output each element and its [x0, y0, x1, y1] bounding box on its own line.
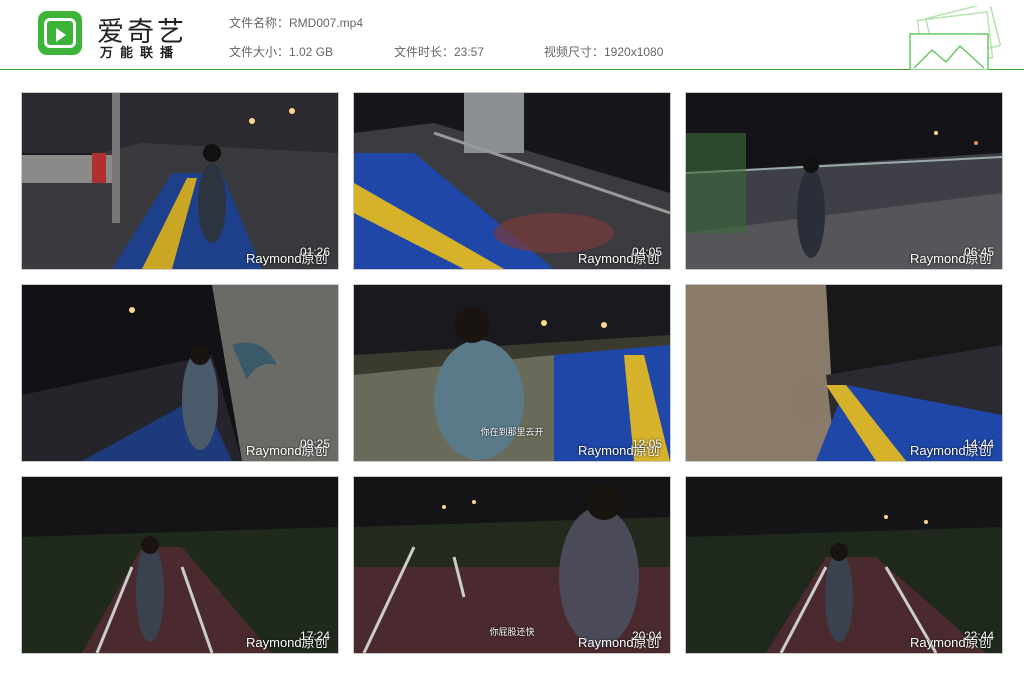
- thumbnail-scene: [354, 93, 670, 269]
- timestamp: 01:26: [299, 245, 330, 259]
- thumbnail-scene: [22, 93, 338, 269]
- iqiyi-logo-icon: [38, 11, 82, 55]
- thumbnail-scene: [22, 477, 338, 653]
- video-thumbnail[interactable]: Raymond原创 14:44: [685, 284, 1003, 462]
- video-resolution: 视频尺寸：1920x1080: [544, 45, 664, 59]
- video-thumbnail[interactable]: Raymond原创 22:44: [685, 476, 1003, 654]
- timestamp: 22:44: [963, 629, 994, 643]
- timestamp: 12:05: [631, 437, 662, 451]
- timestamp: 20:04: [631, 629, 662, 643]
- thumbnail-scene: [686, 93, 1002, 269]
- timestamp: 06:45: [963, 245, 994, 259]
- subtitle: 你在到那里去开: [480, 428, 544, 438]
- video-thumbnail[interactable]: Raymond原创 17:24: [21, 476, 339, 654]
- video-thumbnail[interactable]: Raymond原创 06:45: [685, 92, 1003, 270]
- thumbnail-scene: [686, 477, 1002, 653]
- video-thumbnail[interactable]: Raymond原创 09:25: [21, 284, 339, 462]
- thumbnail-scene: [22, 285, 338, 461]
- video-thumbnail[interactable]: 你屁股还快 Raymond原创 20:04: [353, 476, 671, 654]
- video-thumbnail[interactable]: Raymond原创 01:26: [21, 92, 339, 270]
- timestamp: 14:44: [963, 437, 994, 451]
- video-thumbnail[interactable]: 你在到那里去开 Raymond原创 12:05: [353, 284, 671, 462]
- header: 爱奇艺 万能联播 文件名称：RMD007.mp4 文件大小：1.02 GB 文件…: [0, 0, 1024, 70]
- timestamp: 09:25: [299, 437, 330, 451]
- thumbnail-scene: [686, 285, 1002, 461]
- timestamp: 04:05: [631, 245, 662, 259]
- file-duration: 文件时长：23:57: [394, 45, 485, 59]
- photos-decoration-icon: [909, 6, 1002, 70]
- file-name: 文件名称：RMD007.mp4: [229, 16, 364, 30]
- file-size: 文件大小：1.02 GB: [229, 45, 334, 59]
- video-thumbnail[interactable]: Raymond原创 04:05: [353, 92, 671, 270]
- timestamp: 17:24: [299, 629, 330, 643]
- brand-subtitle: 万能联播: [100, 46, 181, 61]
